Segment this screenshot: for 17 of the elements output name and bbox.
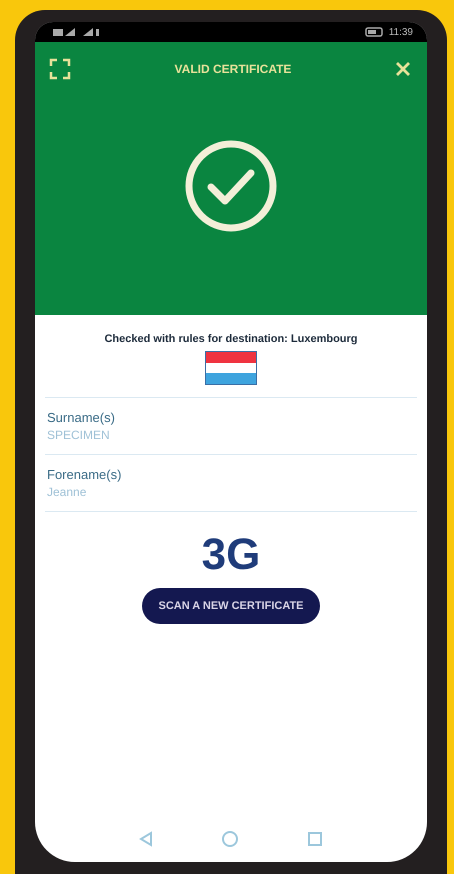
field-value: SPECIMEN	[47, 428, 111, 442]
status-time: 11:39	[388, 26, 413, 38]
back-icon[interactable]	[139, 831, 153, 847]
flag-icon	[205, 351, 257, 385]
recent-apps-icon[interactable]	[307, 831, 323, 847]
home-icon[interactable]	[221, 830, 239, 848]
scan-button[interactable]: SCAN A NEW CERTIFICATE	[142, 588, 320, 624]
field-label: Forename(s)	[47, 467, 122, 482]
battery-icon	[364, 27, 385, 37]
checkmark-icon	[184, 138, 278, 232]
window-title: VALID CERTIFICATE	[174, 62, 292, 76]
destination-text: Checked with rules for destination: Luxembourg	[104, 333, 358, 345]
field-value: Jeanne	[47, 485, 88, 499]
certificate-type: 3G	[202, 530, 260, 580]
close-icon[interactable]	[394, 61, 411, 77]
field-label: Surname(s)	[47, 410, 116, 425]
scan-frame-icon[interactable]	[49, 58, 71, 80]
